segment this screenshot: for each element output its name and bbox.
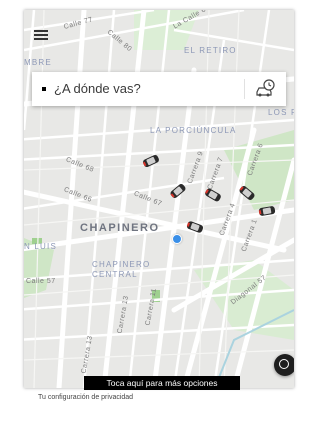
map-label-san-luis: N LUIS <box>24 242 57 251</box>
schedule-ride-icon[interactable] <box>254 78 276 100</box>
map-label-los-r: LOS R <box>268 108 294 117</box>
map-label-la-porciuncula: LA PORCIÚNCULA <box>150 126 237 135</box>
user-location-dot <box>172 234 182 244</box>
options-tooltip[interactable]: Toca aquí para más opciones <box>84 376 240 390</box>
privacy-settings-link[interactable]: Tu configuración de privacidad <box>38 394 133 401</box>
map-label-chapinero-central: CHAPINERO CENTRAL <box>92 260 151 279</box>
search-placeholder: ¿A dónde vas? <box>54 81 141 96</box>
map-label-el-retiro: EL RETIRO <box>184 46 237 55</box>
menu-icon[interactable] <box>34 30 48 40</box>
phone-screen: La Calle 63 Calle 77 Calle 80 EL RETIRO … <box>24 10 294 388</box>
map-label-calle-57: Calle 57 <box>26 278 56 285</box>
destination-search-bar[interactable]: ¿A dónde vas? <box>32 72 286 106</box>
my-location-button[interactable] <box>274 354 294 376</box>
map-view[interactable]: La Calle 63 Calle 77 Calle 80 EL RETIRO … <box>24 10 294 388</box>
map-label-mbre: MBRE <box>24 58 52 67</box>
destination-square-icon <box>42 87 46 91</box>
map-label-chapinero: CHAPINERO <box>80 222 160 234</box>
divider <box>244 79 245 99</box>
